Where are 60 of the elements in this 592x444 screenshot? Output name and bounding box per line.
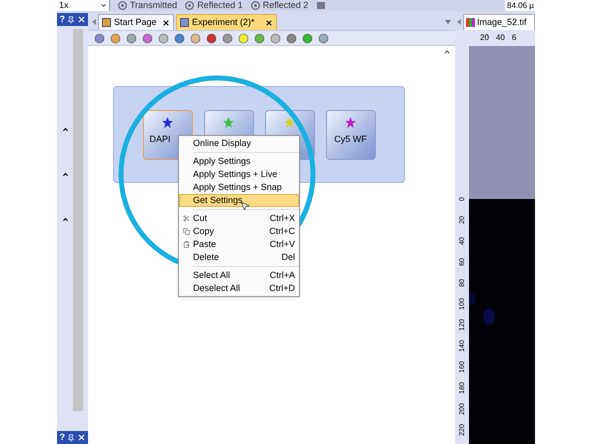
menu-item[interactable]: Deselect All Ctrl+D bbox=[179, 282, 299, 295]
ruler-label: 6 bbox=[512, 34, 516, 42]
menu-item[interactable]: Delete Del bbox=[179, 251, 299, 264]
expand-icon[interactable] bbox=[62, 126, 68, 133]
tool-icon[interactable] bbox=[126, 32, 137, 44]
tool-icon[interactable] bbox=[142, 32, 153, 44]
tool-icon[interactable] bbox=[94, 32, 105, 44]
ruler-label: 20 bbox=[480, 34, 489, 42]
aperture-icon bbox=[185, 1, 194, 10]
channel-node[interactable]: Cy5 WF bbox=[326, 110, 376, 160]
expand-icon[interactable] bbox=[62, 216, 68, 223]
document-icon bbox=[180, 18, 189, 27]
tool-icon[interactable] bbox=[158, 32, 169, 44]
node-label: Cy5 WF bbox=[334, 132, 367, 146]
tool-icon[interactable] bbox=[238, 32, 249, 44]
mode-button[interactable]: Reflected 2 bbox=[250, 1, 308, 10]
help-button[interactable]: ? bbox=[60, 433, 65, 442]
menu-item[interactable]: Apply Settings + Snap bbox=[179, 181, 299, 194]
menu-item[interactable]: Apply Settings + Live bbox=[179, 168, 299, 181]
help-button[interactable]: ? bbox=[60, 15, 65, 24]
document-tab[interactable]: Experiment (2)* bbox=[176, 14, 277, 30]
image-tab[interactable]: Image_52.tif bbox=[463, 14, 535, 30]
image-icon bbox=[466, 18, 475, 27]
clipboard-icon bbox=[183, 215, 190, 222]
mode-button[interactable]: Reflected 1 bbox=[185, 1, 243, 10]
close-icon[interactable] bbox=[265, 18, 273, 26]
tool-icon[interactable] bbox=[270, 32, 281, 44]
tool-icon[interactable] bbox=[206, 32, 217, 44]
tool-icon[interactable] bbox=[174, 32, 185, 44]
menu-item[interactable]: Paste Ctrl+V bbox=[179, 238, 299, 251]
menu-item[interactable]: Get Settings bbox=[179, 194, 299, 207]
tool-icon[interactable] bbox=[254, 32, 265, 44]
menu-item[interactable]: Copy Ctrl+C bbox=[179, 225, 299, 238]
aperture-icon bbox=[118, 1, 127, 10]
zoom-combo[interactable]: 1x bbox=[57, 0, 110, 11]
pin-icon[interactable] bbox=[67, 16, 75, 24]
tab-menu-icon[interactable] bbox=[445, 20, 451, 24]
readout-field: 84.06 µ bbox=[505, 0, 535, 11]
clipboard-icon bbox=[183, 241, 190, 248]
document-icon bbox=[102, 18, 111, 27]
tool-icon[interactable] bbox=[110, 32, 121, 44]
document-tab[interactable]: Start Page bbox=[98, 14, 174, 30]
close-icon[interactable] bbox=[162, 18, 170, 26]
node-label: DAPI bbox=[150, 132, 171, 146]
pin-icon[interactable] bbox=[67, 434, 75, 442]
tool-icon[interactable] bbox=[302, 32, 313, 44]
scrollbar[interactable] bbox=[73, 29, 83, 411]
dropdown-icon bbox=[100, 2, 107, 9]
tool-icon[interactable] bbox=[286, 32, 297, 44]
expand-icon[interactable] bbox=[62, 171, 68, 178]
tool-icon[interactable] bbox=[190, 32, 201, 44]
mode-button[interactable]: Transmitted bbox=[118, 1, 178, 10]
scroll-up-icon[interactable] bbox=[443, 48, 451, 56]
ruler-label: 40 bbox=[496, 34, 505, 42]
menu-item[interactable]: Select All Ctrl+A bbox=[179, 269, 299, 282]
clipboard-icon bbox=[183, 228, 190, 235]
aperture-icon bbox=[250, 1, 260, 10]
tool-icon[interactable] bbox=[318, 32, 329, 44]
menu-item[interactable]: Cut Ctrl+X bbox=[179, 212, 299, 225]
tool-icon[interactable] bbox=[222, 32, 233, 44]
